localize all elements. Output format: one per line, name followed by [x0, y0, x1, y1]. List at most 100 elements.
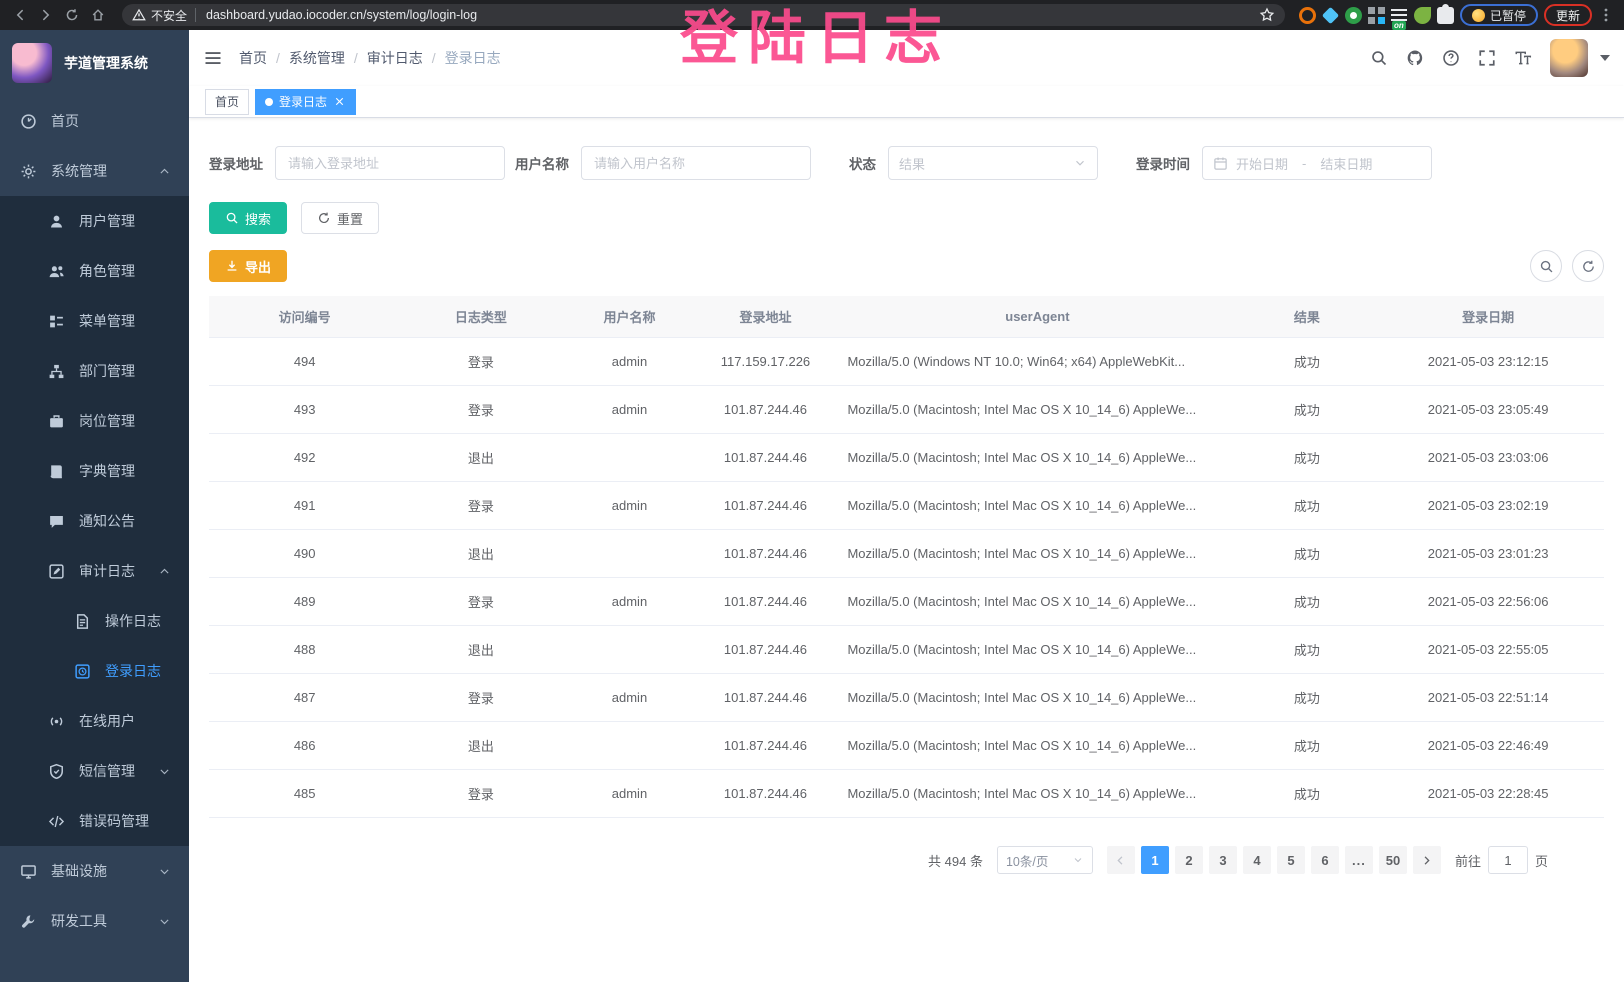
- sidebar-item-label: 短信管理: [79, 761, 135, 781]
- tab-首页[interactable]: 首页: [205, 89, 249, 115]
- next-page-button[interactable]: [1413, 846, 1441, 874]
- hamburger-icon[interactable]: [203, 48, 223, 68]
- avatar-caret-icon[interactable]: [1600, 55, 1610, 61]
- next-icon: [1420, 854, 1433, 867]
- shield-icon: [48, 763, 65, 780]
- table-cell: 成功: [1241, 530, 1372, 578]
- page-button-6[interactable]: 6: [1311, 846, 1339, 874]
- sidebar-item-system-management[interactable]: 系统管理: [0, 146, 189, 196]
- address-bar[interactable]: 不安全 dashboard.yudao.iocoder.cn/system/lo…: [122, 4, 1285, 26]
- briefcase-icon: [48, 413, 65, 430]
- sidebar-item-dept-management[interactable]: 部门管理: [0, 346, 189, 396]
- table-cell: Mozilla/5.0 (Macintosh; Intel Mac OS X 1…: [833, 386, 1241, 434]
- table-cell: 退出: [400, 626, 561, 674]
- sidebar-item-infrastructure[interactable]: 基础设施: [0, 846, 189, 896]
- extension-gem-icon[interactable]: [1322, 6, 1339, 23]
- sidebar-item-online-users[interactable]: 在线用户: [0, 696, 189, 746]
- question-icon[interactable]: [1442, 49, 1460, 67]
- sidebar-item-role-management[interactable]: 角色管理: [0, 246, 189, 296]
- code-icon: [48, 813, 65, 830]
- security-label[interactable]: 不安全: [151, 7, 187, 24]
- profile-paused-chip[interactable]: 已暂停: [1460, 4, 1538, 26]
- breadcrumb-separator: /: [276, 50, 280, 66]
- sidebar-item-menu-management[interactable]: 菜单管理: [0, 296, 189, 346]
- fontsize-icon[interactable]: [1514, 49, 1532, 67]
- fullscreen-icon[interactable]: [1478, 49, 1496, 67]
- table-cell: 101.87.244.46: [697, 530, 833, 578]
- breadcrumb-item[interactable]: 审计日志: [367, 48, 423, 68]
- update-chip[interactable]: 更新: [1544, 4, 1592, 26]
- select-caret-icon: [1072, 854, 1084, 866]
- login-time-range-picker[interactable]: 开始日期 - 结束日期: [1202, 146, 1432, 180]
- sidebar-item-error-code-management[interactable]: 错误码管理: [0, 796, 189, 846]
- sidebar-item-label: 菜单管理: [79, 311, 135, 331]
- toggle-search-button[interactable]: [1530, 250, 1562, 282]
- star-icon[interactable]: [1259, 7, 1275, 23]
- status-select[interactable]: 结果: [888, 146, 1098, 180]
- username-input[interactable]: [581, 146, 811, 180]
- update-label: 更新: [1556, 7, 1580, 24]
- pagination: 共 494 条 10条/页 123456...50 前往: [209, 846, 1604, 874]
- paused-label: 已暂停: [1490, 7, 1526, 24]
- sidebar-item-audit-log[interactable]: 审计日志: [0, 546, 189, 596]
- table-cell: 2021-05-03 22:28:45: [1372, 770, 1604, 818]
- sidebar-item-login-log[interactable]: 登录日志: [0, 646, 189, 696]
- sidebar-item-user-management[interactable]: 用户管理: [0, 196, 189, 246]
- page-button-1[interactable]: 1: [1141, 846, 1169, 874]
- sidebar-item-home[interactable]: 首页: [0, 96, 189, 146]
- refresh-button[interactable]: [1572, 250, 1604, 282]
- extension-leaf-icon[interactable]: [1414, 7, 1431, 24]
- home-icon[interactable]: [88, 5, 108, 25]
- sidebar-item-operation-log[interactable]: 操作日志: [0, 596, 189, 646]
- download-icon: [225, 259, 239, 273]
- column-header: 日志类型: [400, 296, 561, 338]
- search-icon[interactable]: [1370, 49, 1388, 67]
- sidebar-item-label: 字典管理: [79, 461, 135, 481]
- sidebar-item-dev-tools[interactable]: 研发工具: [0, 896, 189, 946]
- extension-list-icon[interactable]: on: [1391, 7, 1408, 24]
- sidebar-item-notice-announcement[interactable]: 通知公告: [0, 496, 189, 546]
- prev-page-button[interactable]: [1107, 846, 1135, 874]
- more-pages-button[interactable]: ...: [1345, 846, 1373, 874]
- page-button-2[interactable]: 2: [1175, 846, 1203, 874]
- page-size-select[interactable]: 10条/页: [997, 846, 1093, 874]
- extensions-puzzle-icon[interactable]: [1437, 7, 1454, 24]
- extension-orange-icon[interactable]: [1299, 7, 1316, 24]
- extension-grid-icon[interactable]: [1368, 7, 1385, 24]
- page-button-5[interactable]: 5: [1277, 846, 1305, 874]
- tab-登录日志[interactable]: 登录日志: [255, 89, 356, 115]
- extension-green-icon[interactable]: [1345, 7, 1362, 24]
- page-button-50[interactable]: 50: [1379, 846, 1407, 874]
- sidebar-item-dict-management[interactable]: 字典管理: [0, 446, 189, 496]
- breadcrumb-item[interactable]: 首页: [239, 48, 267, 68]
- table-cell: admin: [562, 578, 698, 626]
- audit-icon: [48, 563, 65, 580]
- user-avatar[interactable]: [1550, 39, 1588, 77]
- page-button-4[interactable]: 4: [1243, 846, 1271, 874]
- sidebar-menu: 首页系统管理用户管理角色管理菜单管理部门管理岗位管理字典管理通知公告审计日志操作…: [0, 96, 189, 946]
- column-header: 登录地址: [697, 296, 833, 338]
- sidebar-item-sms-management[interactable]: 短信管理: [0, 746, 189, 796]
- reload-icon[interactable]: [62, 5, 82, 25]
- omnibox-divider: [195, 8, 196, 22]
- page-button-3[interactable]: 3: [1209, 846, 1237, 874]
- table-row: 487登录admin101.87.244.46Mozilla/5.0 (Maci…: [209, 674, 1604, 722]
- back-icon[interactable]: [10, 5, 30, 25]
- goto-page-input[interactable]: [1488, 846, 1528, 874]
- reset-button[interactable]: 重置: [301, 202, 379, 234]
- forward-icon[interactable]: [36, 5, 56, 25]
- export-button[interactable]: 导出: [209, 250, 287, 282]
- table-cell: 登录: [400, 338, 561, 386]
- url-text[interactable]: dashboard.yudao.iocoder.cn/system/log/lo…: [206, 8, 1259, 22]
- close-icon[interactable]: [333, 95, 346, 108]
- login-address-input[interactable]: [275, 146, 505, 180]
- online-icon: [48, 713, 65, 730]
- breadcrumb-item[interactable]: 系统管理: [289, 48, 345, 68]
- sidebar-item-post-management[interactable]: 岗位管理: [0, 396, 189, 446]
- sidebar-logo-row[interactable]: 芋道管理系统: [0, 30, 189, 96]
- kebab-menu-icon[interactable]: [1598, 7, 1614, 23]
- search-button[interactable]: 搜索: [209, 202, 287, 234]
- table-cell: Mozilla/5.0 (Macintosh; Intel Mac OS X 1…: [833, 770, 1241, 818]
- table-cell: Mozilla/5.0 (Macintosh; Intel Mac OS X 1…: [833, 578, 1241, 626]
- github-icon[interactable]: [1406, 49, 1424, 67]
